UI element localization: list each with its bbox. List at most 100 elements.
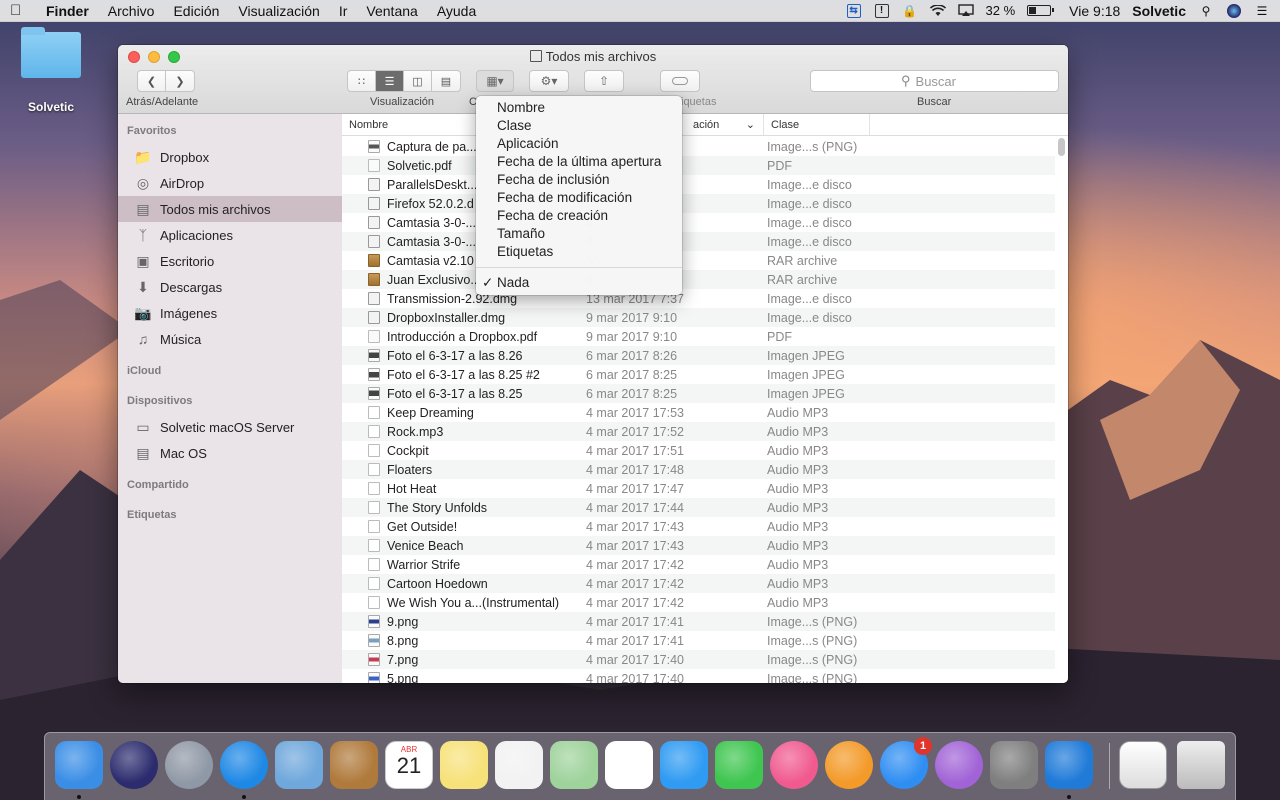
menu-item-fecha-de-modificacion[interactable]: Fecha de modificación	[476, 189, 682, 207]
table-row[interactable]: The Story Unfolds 4 mar 2017 17:44 Audio M…	[342, 498, 1055, 517]
forward-button[interactable]: ❯	[166, 71, 194, 91]
downloads-stack-icon[interactable]	[1119, 741, 1167, 789]
user-menu[interactable]: Solvetic	[1132, 3, 1186, 19]
table-row[interactable]: Cockpit 4 mar 2017 17:51 Audio MP3	[342, 441, 1055, 460]
search-input[interactable]: ⚲ Buscar	[810, 70, 1059, 92]
messages-icon[interactable]	[660, 741, 708, 789]
table-row[interactable]: Solvetic.pdf PDF	[342, 156, 1055, 175]
menu-item-fecha-de-la-ultima-apertura[interactable]: Fecha de la última apertura	[476, 153, 682, 171]
launchpad-icon[interactable]	[165, 741, 213, 789]
group-button[interactable]: ▦▾	[476, 70, 514, 92]
siri-icon[interactable]	[110, 741, 158, 789]
table-row[interactable]: 8.png 4 mar 2017 17:41 Image...s (PNG)	[342, 631, 1055, 650]
menu-item-nada[interactable]: ✓ Nada	[476, 274, 682, 292]
list-view-button[interactable]: ☰	[376, 71, 404, 91]
table-row[interactable]: Foto el 6-3-17 a las 8.25 6 mar 2017 8:25…	[342, 384, 1055, 403]
itunes-icon[interactable]	[770, 741, 818, 789]
notes-icon[interactable]	[440, 741, 488, 789]
menu-visualizacion[interactable]: Visualización	[238, 3, 319, 19]
table-row[interactable]: Keep Dreaming 4 mar 2017 17:53 Audio MP3	[342, 403, 1055, 422]
sidebar-item-todos-mis-archivos[interactable]: ▤ Todos mis archivos	[118, 196, 342, 222]
sidebar-item-im-genes[interactable]: 📷 Imágenes	[118, 300, 342, 326]
column-header-kind[interactable]: Clase	[764, 114, 870, 135]
coverflow-view-button[interactable]: ▤	[432, 71, 460, 91]
icon-view-button[interactable]: ∷	[348, 71, 376, 91]
alert-status-icon[interactable]: !	[874, 3, 890, 18]
teamviewer-icon[interactable]	[1045, 741, 1093, 789]
trash-icon[interactable]	[1177, 741, 1225, 789]
contacts-icon[interactable]	[330, 741, 378, 789]
table-row[interactable]: Get Outside! 4 mar 2017 17:43 Audio MP3	[342, 517, 1055, 536]
table-row[interactable]: Warrior Strife 4 mar 2017 17:42 Audio MP3	[342, 555, 1055, 574]
table-row[interactable]: Rock.mp3 4 mar 2017 17:52 Audio MP3	[342, 422, 1055, 441]
apple-menu-icon[interactable]: 	[10, 2, 30, 19]
tags-button[interactable]	[660, 70, 700, 92]
menu-item-fecha-de-inclusion[interactable]: Fecha de inclusión	[476, 171, 682, 189]
calendar-icon[interactable]: ABR 21	[385, 741, 433, 789]
table-row[interactable]: ParallelsDeskt... Image...e disco	[342, 175, 1055, 194]
table-row[interactable]: Firefox 52.0.2.d Image...e disco	[342, 194, 1055, 213]
column-view-button[interactable]: ◫	[404, 71, 432, 91]
maps-icon[interactable]	[550, 741, 598, 789]
safari-icon[interactable]	[220, 741, 268, 789]
menu-edicion[interactable]: Edición	[173, 3, 219, 19]
sidebar-item-escritorio[interactable]: ▣ Escritorio	[118, 248, 342, 274]
menu-item-clase[interactable]: Clase	[476, 117, 682, 135]
sidebar-item-dropbox[interactable]: 📁 Dropbox	[118, 144, 342, 170]
table-row[interactable]: We Wish You a...(Instrumental) 4 mar 2017…	[342, 593, 1055, 612]
sidebar-item-m-sica[interactable]: ♫ Música	[118, 326, 342, 352]
battery-icon[interactable]	[1027, 5, 1055, 16]
scrollbar[interactable]	[1058, 138, 1065, 156]
sidebar-item-descargas[interactable]: ⬇ Descargas	[118, 274, 342, 300]
sidebar-item-aplicaciones[interactable]: ᛉ Aplicaciones	[118, 222, 342, 248]
table-row[interactable]: Foto el 6-3-17 a las 8.26 6 mar 2017 8:26…	[342, 346, 1055, 365]
feedback-icon[interactable]	[935, 741, 983, 789]
ibooks-icon[interactable]	[825, 741, 873, 789]
menu-ayuda[interactable]: Ayuda	[437, 3, 476, 19]
table-row[interactable]: Foto el 6-3-17 a las 8.25 #2 6 mar 2017 8…	[342, 365, 1055, 384]
system-preferences-icon[interactable]	[990, 741, 1038, 789]
spotlight-icon[interactable]: ⚲	[1198, 4, 1214, 18]
lock-icon[interactable]: 🔒	[902, 4, 918, 18]
table-row[interactable]: Transmission-2.92.dmg 13 mar 2017 7:37 Ima…	[342, 289, 1055, 308]
sidebar-section-shared[interactable]: Compartido	[118, 478, 342, 498]
menu-item-tamano[interactable]: Tamaño	[476, 225, 682, 243]
menu-archivo[interactable]: Archivo	[108, 3, 155, 19]
table-row[interactable]: Floaters 4 mar 2017 17:48 Audio MP3	[342, 460, 1055, 479]
table-row[interactable]: Juan Exclusivo...47RAR archive	[342, 270, 1055, 289]
menu-app[interactable]: Finder	[46, 3, 89, 19]
airplay-icon[interactable]	[957, 4, 974, 18]
table-row[interactable]: Cartoon Hoedown 4 mar 2017 17:42 Audio MP3	[342, 574, 1055, 593]
notification-center-icon[interactable]: ☰	[1254, 4, 1270, 18]
menu-item-etiquetas[interactable]: Etiquetas	[476, 243, 682, 261]
table-row[interactable]: DropboxInstaller.dmg 9 mar 2017 9:10 Image…	[342, 308, 1055, 327]
table-row[interactable]: 7.png 4 mar 2017 17:40 Image...s (PNG)	[342, 650, 1055, 669]
siri-menubar-icon[interactable]	[1226, 3, 1242, 18]
menu-item-aplicacion[interactable]: Aplicación	[476, 135, 682, 153]
sidebar-section-icloud[interactable]: iCloud	[118, 364, 342, 384]
table-row[interactable]: Camtasia 3-0-...4Image...e disco	[342, 232, 1055, 251]
sidebar-section-tags[interactable]: Etiquetas	[118, 508, 342, 528]
mail-icon[interactable]	[275, 741, 323, 789]
desktop-folder[interactable]: Solvetic	[18, 27, 84, 114]
table-row[interactable]: Camtasia 3-0-...4Image...e disco	[342, 213, 1055, 232]
table-row[interactable]: Venice Beach 4 mar 2017 17:43 Audio MP3	[342, 536, 1055, 555]
table-row[interactable]: 9.png 4 mar 2017 17:41 Image...s (PNG)	[342, 612, 1055, 631]
menu-item-fecha-de-creacion[interactable]: Fecha de creación	[476, 207, 682, 225]
table-row[interactable]: Introducción a Dropbox.pdf 9 mar 2017 9:1…	[342, 327, 1055, 346]
share-button[interactable]: ⇧	[584, 70, 624, 92]
wifi-icon[interactable]	[929, 4, 946, 18]
teamviewer-status-icon[interactable]: ⇆	[846, 3, 862, 18]
back-button[interactable]: ❮	[138, 71, 166, 91]
sidebar-item-airdrop[interactable]: ◎ AirDrop	[118, 170, 342, 196]
table-row[interactable]: Hot Heat 4 mar 2017 17:47 Audio MP3	[342, 479, 1055, 498]
table-row[interactable]: Captura de pa... Image...s (PNG)	[342, 137, 1055, 156]
facetime-icon[interactable]	[715, 741, 763, 789]
finder-icon[interactable]	[55, 741, 103, 789]
action-button[interactable]: ⚙▾	[529, 70, 569, 92]
menu-ventana[interactable]: Ventana	[366, 3, 417, 19]
table-row[interactable]: 5.png 4 mar 2017 17:40 Image...s (PNG)	[342, 669, 1055, 683]
sidebar-item-solvetic-macos-server[interactable]: ▭ Solvetic macOS Server	[118, 414, 342, 440]
photos-icon[interactable]	[605, 741, 653, 789]
sidebar-item-mac-os[interactable]: ▤ Mac OS	[118, 440, 342, 466]
